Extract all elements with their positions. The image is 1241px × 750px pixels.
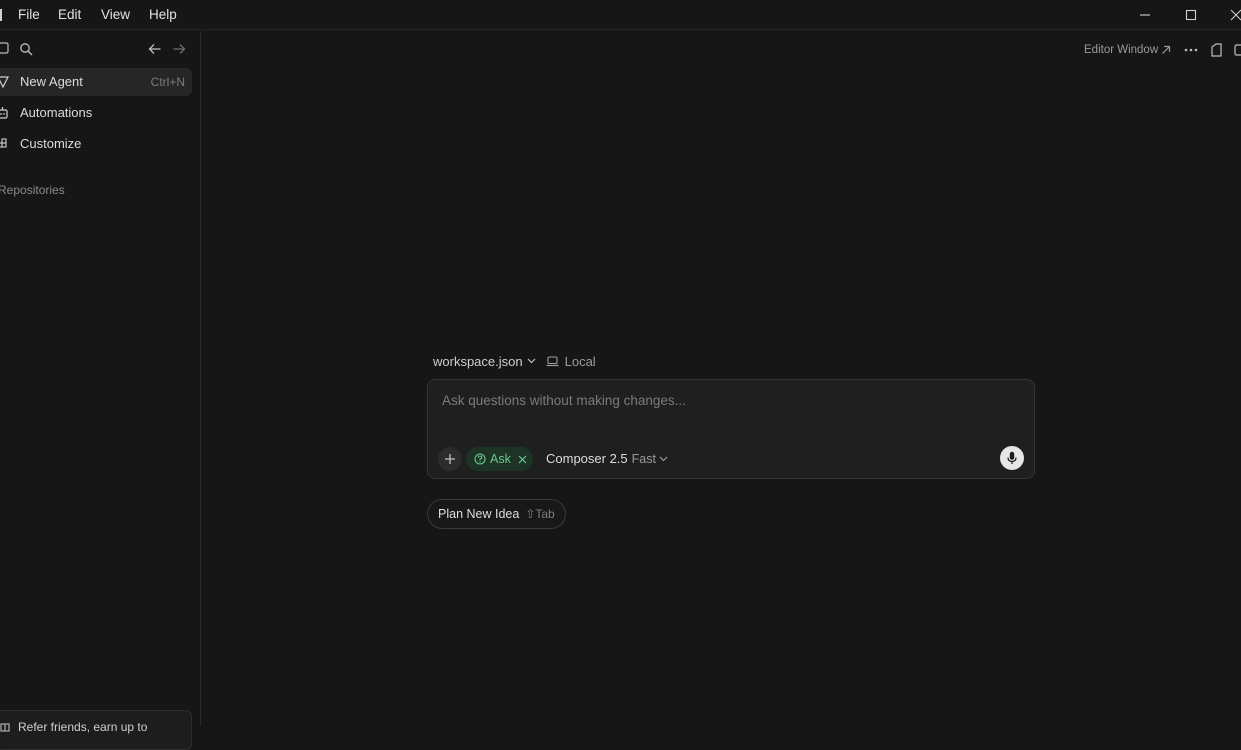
plan-new-idea-button[interactable]: Plan New Idea ⇧Tab	[427, 499, 566, 529]
chevron-down-icon	[659, 456, 668, 462]
maximize-icon	[1185, 9, 1197, 21]
more-options-button[interactable]	[1181, 40, 1201, 60]
forward-button[interactable]	[171, 41, 187, 57]
close-icon	[518, 455, 527, 463]
editor-window-button[interactable]: Editor Window	[1084, 43, 1171, 57]
panel-icon	[1210, 43, 1222, 57]
plus-icon	[445, 454, 455, 464]
laptop-icon	[546, 355, 559, 366]
refer-friends-card[interactable]: Refer friends, earn up to	[0, 710, 192, 750]
composer-box: Ask Composer 2.5 Fast	[427, 379, 1035, 479]
add-context-button[interactable]	[438, 447, 462, 471]
menu-help[interactable]: Help	[149, 7, 177, 23]
composer-context-row: workspace.json Local	[433, 352, 596, 370]
close-window-button[interactable]	[1213, 0, 1241, 30]
plan-label: Plan New Idea	[438, 507, 520, 521]
shortcut-hint: Ctrl+N	[150, 75, 185, 89]
robot-icon	[0, 107, 8, 119]
maximize-button[interactable]	[1168, 0, 1214, 30]
model-variant: Fast	[631, 452, 656, 466]
editor-window-label: Editor Window	[1084, 44, 1159, 56]
sidebar-item-automations[interactable]: Automations	[0, 99, 192, 127]
menu-view[interactable]: View	[101, 7, 130, 23]
workspace-selector[interactable]: workspace.json	[433, 354, 523, 369]
sidebar: New Agent Ctrl+N Automations Customize R…	[0, 31, 201, 750]
app-logo-icon	[0, 9, 2, 21]
remove-mode-button[interactable]	[518, 455, 527, 464]
external-arrow-icon	[1162, 45, 1171, 54]
arrow-right-icon	[173, 44, 186, 54]
sidebar-item-new-agent[interactable]: New Agent Ctrl+N	[0, 68, 192, 96]
toggle-right-panel-button[interactable]	[1229, 40, 1241, 60]
chevron-down-icon	[527, 358, 536, 364]
sidebar-item-customize[interactable]: Customize	[0, 130, 192, 158]
question-circle-icon	[474, 453, 486, 465]
minimize-icon	[1140, 14, 1150, 16]
refer-text: Refer friends, earn up to	[18, 720, 148, 734]
toggle-sidebar-button[interactable]	[0, 41, 10, 55]
panel-layout-button[interactable]	[1206, 40, 1226, 60]
mode-ask-pill[interactable]: Ask	[466, 447, 533, 471]
section-label-repositories: Repositories	[0, 183, 65, 197]
microphone-icon	[1007, 451, 1017, 464]
voice-input-button[interactable]	[1000, 446, 1024, 470]
minimize-button[interactable]	[1122, 0, 1168, 30]
search-icon	[20, 43, 33, 56]
arrow-left-icon	[148, 44, 161, 54]
back-button[interactable]	[147, 41, 163, 57]
agent-icon	[0, 76, 9, 89]
right-panel-icon	[1234, 44, 1241, 56]
location-selector[interactable]: Local	[565, 354, 596, 369]
model-selector[interactable]: Composer 2.5 Fast	[546, 451, 668, 467]
sidebar-item-label: Customize	[20, 136, 82, 151]
shortcut-hint: ⇧Tab	[525, 507, 555, 521]
gift-icon	[0, 723, 10, 732]
close-icon	[1230, 9, 1241, 21]
sidebar-toggle-icon	[0, 42, 9, 54]
menu-file[interactable]: File	[18, 7, 40, 23]
blocks-icon	[0, 138, 7, 148]
title-bar: File Edit View Help	[0, 0, 1241, 30]
more-icon	[1184, 48, 1198, 52]
search-button[interactable]	[18, 41, 34, 57]
menu-edit[interactable]: Edit	[58, 7, 81, 23]
sidebar-item-label: New Agent	[20, 74, 83, 89]
mode-label: Ask	[490, 452, 511, 466]
model-name: Composer 2.5	[546, 451, 628, 466]
sidebar-item-label: Automations	[20, 105, 93, 120]
prompt-input[interactable]	[440, 390, 1000, 410]
